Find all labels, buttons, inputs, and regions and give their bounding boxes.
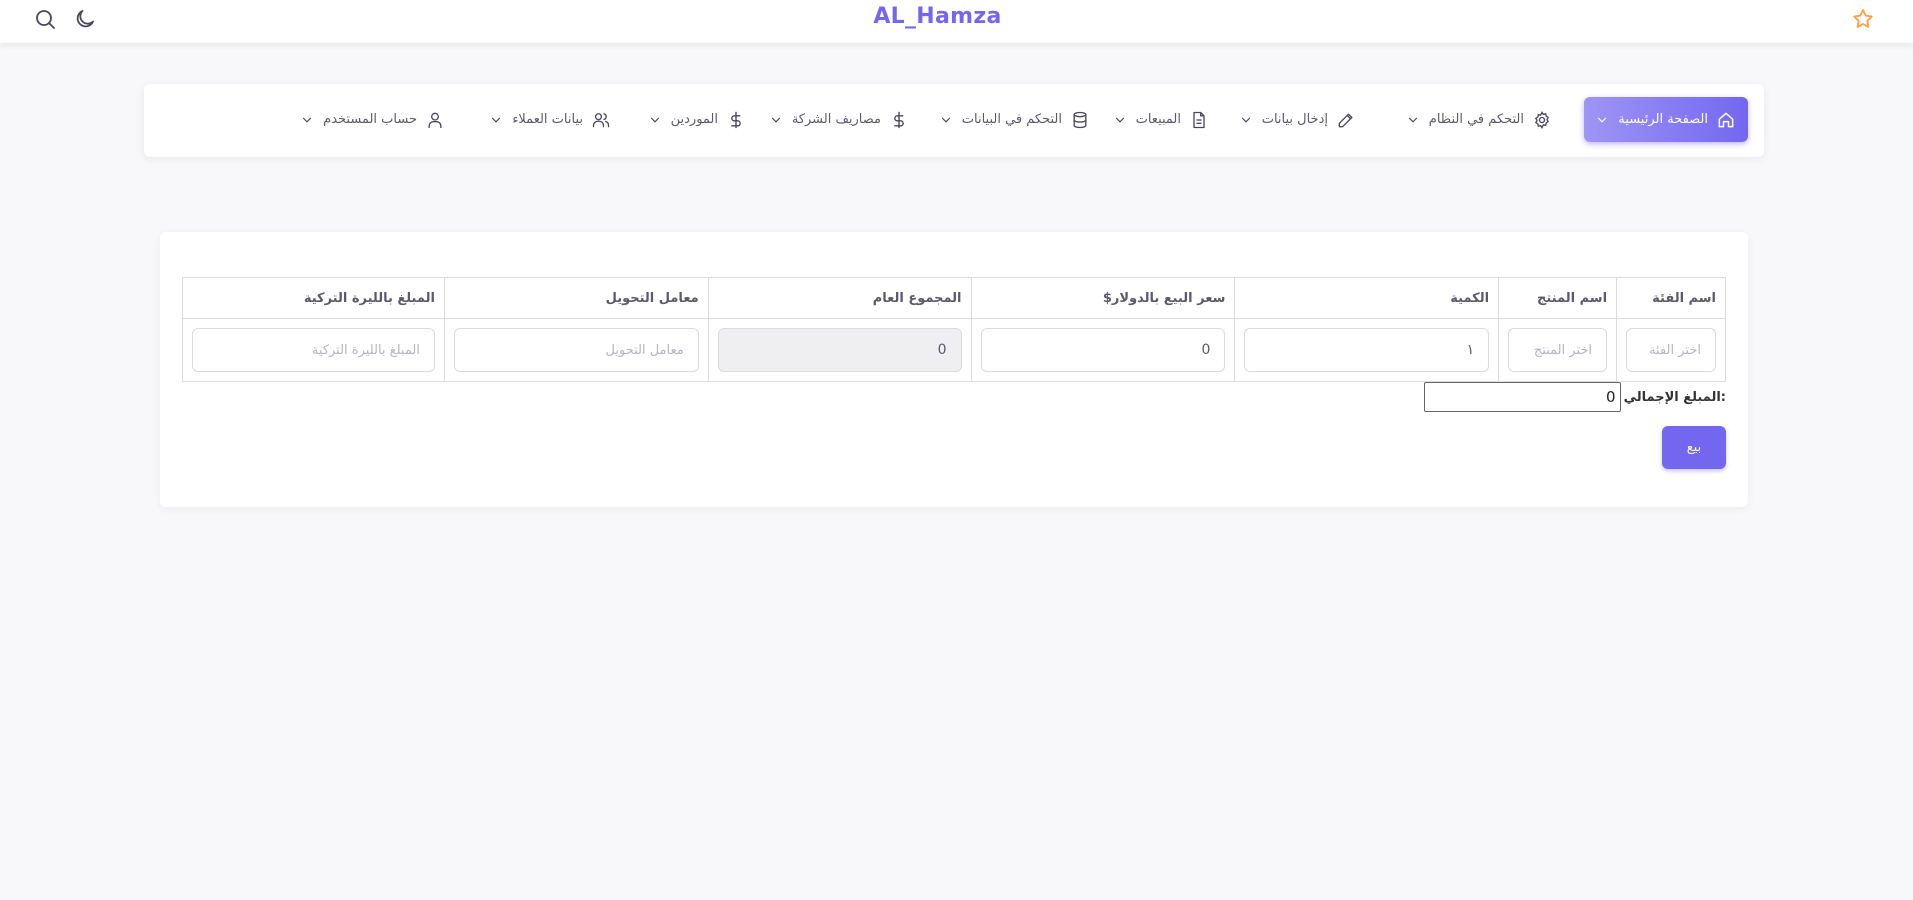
- nav-item-label: حساب المستخدم: [323, 112, 417, 127]
- category-select[interactable]: [1626, 328, 1716, 372]
- chevron-down-icon: [1406, 113, 1420, 127]
- nav-item-system-control[interactable]: التحكم في النظام: [1406, 97, 1552, 142]
- nav-item-data-control[interactable]: التحكم في البيانات: [939, 97, 1090, 142]
- grand-total-row: المبلغ الإجمالي:: [1423, 382, 1726, 412]
- cell-total: [707, 318, 972, 382]
- nav-item-company-expenses[interactable]: مصاريف الشركة: [769, 97, 909, 142]
- nav-item-label: التحكم في البيانات: [961, 112, 1062, 127]
- nav-item-customers[interactable]: بيانات العملاء: [489, 97, 611, 142]
- table-row: [182, 318, 1726, 382]
- conversion-rate-input[interactable]: [453, 328, 699, 372]
- dollar-icon: [726, 110, 746, 130]
- nav-item-user-account[interactable]: حساب المستخدم: [300, 97, 445, 142]
- header-product: اسم المنتج: [1498, 277, 1618, 319]
- price-usd-input[interactable]: [980, 328, 1226, 372]
- cell-price-usd: [970, 318, 1236, 382]
- header-amount-try: المبلغ بالليرة التركية: [182, 277, 445, 319]
- nav-item-label: التحكم في النظام: [1428, 112, 1524, 127]
- pencil-icon: [1336, 110, 1356, 130]
- top-bar: AL_Hamza: [0, 0, 1913, 43]
- nav-item-data-entry[interactable]: إدخال بيانات: [1239, 97, 1356, 142]
- user-icon: [425, 110, 445, 130]
- cell-conversion-rate: [443, 318, 709, 382]
- sell-button[interactable]: بيع: [1662, 426, 1726, 469]
- users-icon: [591, 110, 611, 130]
- brand-title[interactable]: AL_Hamza: [0, 4, 1875, 29]
- nav-item-home[interactable]: الصفحة الرئيسية: [1584, 97, 1748, 142]
- table-header-row: اسم الفئة اسم المنتج الكمية سعر البيع با…: [182, 277, 1726, 319]
- chevron-down-icon: [489, 113, 503, 127]
- document-icon: [1189, 110, 1209, 130]
- header-price-usd: سعر البيع بالدولار$: [970, 277, 1236, 319]
- nav-item-label: الموردين: [670, 112, 718, 127]
- total-readonly-field: [717, 328, 962, 372]
- quantity-input[interactable]: [1244, 328, 1490, 372]
- database-icon: [1070, 110, 1090, 130]
- chevron-down-icon: [769, 113, 783, 127]
- star-icon[interactable]: [1851, 7, 1875, 31]
- chevron-down-icon: [1239, 113, 1253, 127]
- chevron-down-icon: [1113, 113, 1127, 127]
- cell-quantity: [1234, 318, 1500, 382]
- home-icon: [1716, 110, 1736, 130]
- dollar-icon: [889, 110, 909, 130]
- gear-icon: [1532, 110, 1552, 130]
- header-quantity: الكمية: [1234, 277, 1500, 319]
- amount-try-input[interactable]: [192, 328, 435, 372]
- header-total: المجموع العام: [707, 277, 972, 319]
- main-nav: الصفحة الرئيسية التحكم في النظام إدخال ب…: [144, 84, 1764, 157]
- cell-amount-try: [182, 318, 445, 382]
- grand-total-label: المبلغ الإجمالي:: [1623, 389, 1726, 405]
- sale-card: اسم الفئة اسم المنتج الكمية سعر البيع با…: [160, 232, 1748, 507]
- sale-table: اسم الفئة اسم المنتج الكمية سعر البيع با…: [182, 277, 1726, 382]
- chevron-down-icon: [648, 113, 662, 127]
- header-conversion-rate: معامل التحويل: [443, 277, 709, 319]
- nav-item-label: بيانات العملاء: [512, 112, 583, 127]
- nav-item-label: إدخال بيانات: [1261, 112, 1328, 127]
- product-select[interactable]: [1508, 328, 1608, 372]
- chevron-down-icon: [939, 113, 953, 127]
- cell-product: [1498, 318, 1618, 382]
- nav-item-label: مصاريف الشركة: [791, 112, 881, 127]
- nav-item-suppliers[interactable]: الموردين: [648, 97, 746, 142]
- nav-item-label: الصفحة الرئيسية: [1618, 112, 1708, 127]
- header-category: اسم الفئة: [1616, 277, 1726, 319]
- cell-category: [1616, 318, 1726, 382]
- chevron-down-icon: [300, 113, 314, 127]
- nav-item-label: المبيعات: [1135, 112, 1181, 127]
- grand-total-input[interactable]: [1423, 382, 1621, 412]
- nav-item-sales[interactable]: المبيعات: [1113, 97, 1209, 142]
- chevron-down-icon: [1595, 113, 1609, 127]
